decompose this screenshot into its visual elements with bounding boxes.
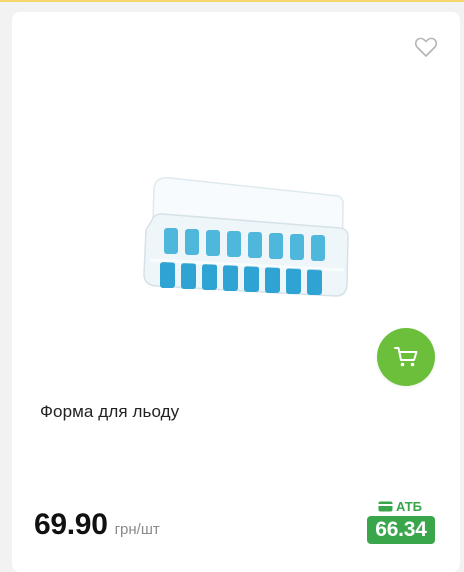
top-accent-line	[0, 0, 464, 2]
card-price-label: АТБ	[378, 499, 422, 514]
product-image[interactable]	[130, 170, 360, 310]
price-unit: грн/шт	[114, 521, 160, 538]
favorite-button[interactable]	[414, 36, 438, 58]
card-icon	[378, 501, 393, 512]
product-card[interactable]: Форма для льоду 69.90 грн/шт АТБ 66.34	[12, 12, 460, 572]
card-price-badge: 66.34	[367, 516, 435, 544]
shopping-cart-icon	[394, 347, 418, 367]
add-to-cart-button[interactable]	[377, 328, 435, 386]
price-value: 69.90	[34, 508, 108, 541]
ice-tray-illustration	[143, 176, 349, 297]
price-row: 69.90 грн/шт	[34, 508, 160, 542]
product-title[interactable]: Форма для льоду	[40, 402, 179, 422]
card-price-label-text: АТБ	[396, 499, 423, 514]
heart-outline-icon	[414, 37, 438, 57]
